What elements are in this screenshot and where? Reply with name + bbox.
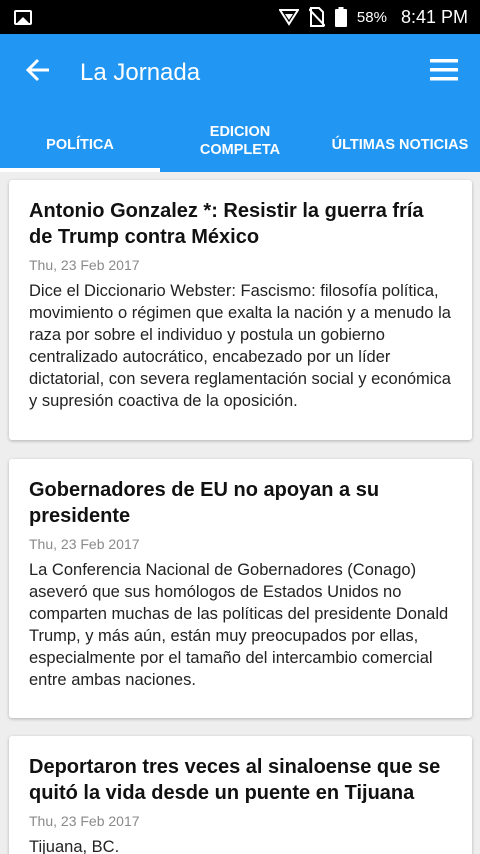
article-feed[interactable]: Antonio Gonzalez *: Resistir la guerra f… [0,172,480,854]
tab-label: ÚLTIMAS NOTICIAS [331,136,469,153]
status-left [14,9,32,25]
arrow-left-icon [25,58,51,87]
tab-bar: POLÍTICA EDICION COMPLETA ÚLTIMAS NOTICI… [0,111,480,172]
tab-label-line2: COMPLETA [199,141,281,158]
app-bar: La Jornada [0,34,480,111]
back-button[interactable] [10,45,66,101]
tab-label-line1: EDICION [209,123,271,140]
hamburger-menu-icon [430,58,458,86]
article-title: Deportaron tres veces al sinaloense que … [29,756,441,804]
tab-edicion-completa[interactable]: EDICION COMPLETA [160,111,320,172]
tab-label: POLÍTICA [46,136,114,153]
article-title: Antonio Gonzalez *: Resistir la guerra f… [29,200,424,248]
status-right: 58% 8:41 PM [278,6,468,28]
article-summary: La Conferencia Nacional de Gobernadores … [29,561,449,689]
menu-button[interactable] [418,46,470,98]
article-summary: Tijuana, BC. [29,838,120,854]
no-sim-icon [308,7,325,27]
data-saver-icon [278,8,299,26]
article-card[interactable]: Gobernadores de EU no apoyan a su presid… [9,459,472,718]
article-date: Thu, 23 Feb 2017 [29,813,140,829]
article-summary: Dice el Diccionario Webster: Fascismo: f… [29,282,451,410]
article-date: Thu, 23 Feb 2017 [29,536,140,552]
clock: 8:41 PM [400,6,468,27]
tab-ultimas-noticias[interactable]: ÚLTIMAS NOTICIAS [320,111,480,172]
article-card[interactable]: Antonio Gonzalez *: Resistir la guerra f… [9,180,472,440]
article-card[interactable]: Deportaron tres veces al sinaloense que … [9,736,472,854]
tab-politica[interactable]: POLÍTICA [0,111,160,172]
article-title: Gobernadores de EU no apoyan a su presid… [29,479,380,527]
gallery-notification-icon [14,9,32,25]
app-title: La Jornada [80,58,201,86]
battery-percent: 58% [356,8,387,26]
article-date: Thu, 23 Feb 2017 [29,257,140,273]
battery-icon [334,7,347,27]
status-bar: 58% 8:41 PM [0,0,480,34]
